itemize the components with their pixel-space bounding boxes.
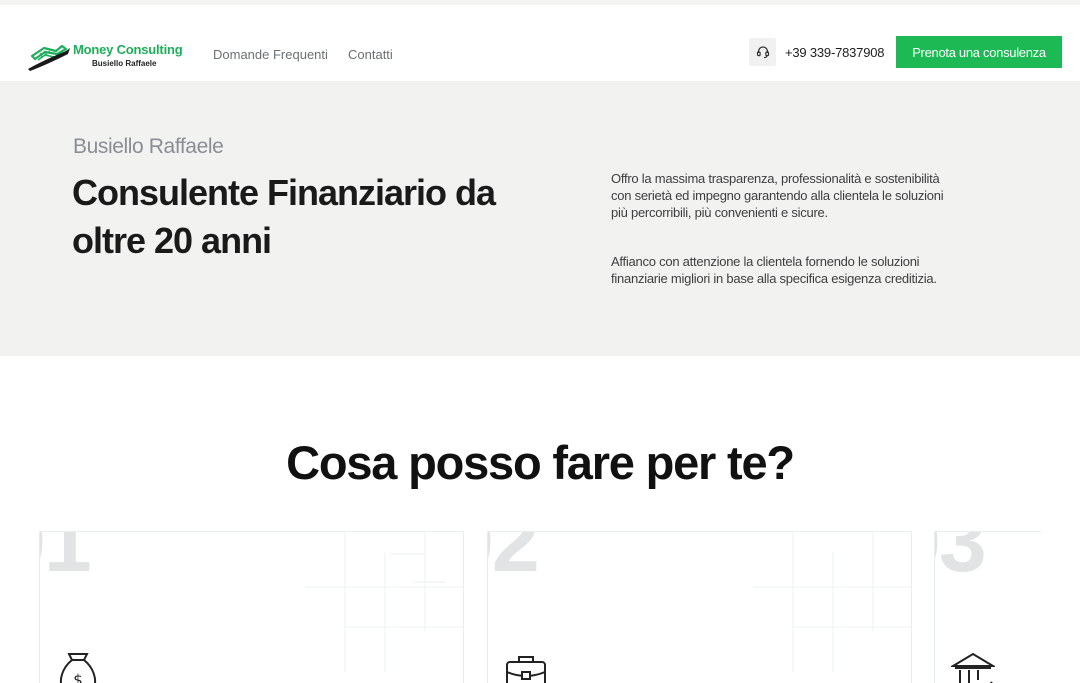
nav-link-faq[interactable]: Domande Frequenti xyxy=(213,47,328,62)
svg-text:$: $ xyxy=(73,671,83,683)
hero-name: Busiello Raffaele xyxy=(73,135,224,158)
phone-icon-box[interactable] xyxy=(749,38,776,66)
brand-subtitle: Busiello Raffaele xyxy=(92,59,157,68)
briefcase-icon xyxy=(506,656,546,683)
card-number: 02 xyxy=(488,531,540,590)
brand-logo[interactable]: Money Consulting Busiello Raffaele xyxy=(26,40,196,76)
bank-icon xyxy=(951,652,995,683)
hero-title: Consulente Finanziario da oltre 20 anni xyxy=(72,172,496,261)
card-decoration xyxy=(305,532,463,672)
headset-icon xyxy=(756,46,769,59)
site-header: Money Consulting Busiello Raffaele Doman… xyxy=(0,5,1080,81)
brand-name: Money Consulting xyxy=(73,42,183,57)
services-title: Cosa posso fare per te? xyxy=(286,436,795,489)
book-consultation-button[interactable]: Prenota una consulenza xyxy=(896,36,1062,68)
logo-mark-icon xyxy=(28,44,70,71)
phone-number-link[interactable]: +39 339-7837908 xyxy=(785,45,884,60)
card-decoration xyxy=(753,532,911,672)
nav-link-contacts[interactable]: Contatti xyxy=(348,47,393,62)
money-bag-icon: $ xyxy=(59,653,97,683)
hero-paragraph: Affianco con attenzione la clientela for… xyxy=(611,254,937,286)
card-number: 03 xyxy=(935,531,987,590)
carousel-edge xyxy=(1041,531,1080,683)
hero-paragraph: Offro la massima trasparenza, profession… xyxy=(611,171,944,220)
card-number: 01 xyxy=(40,531,92,590)
service-card[interactable]: 02 xyxy=(487,531,912,683)
hero-section: Busiello Raffaele Consulente Finanziario… xyxy=(0,81,1080,356)
service-card[interactable]: 01 $ xyxy=(39,531,464,683)
